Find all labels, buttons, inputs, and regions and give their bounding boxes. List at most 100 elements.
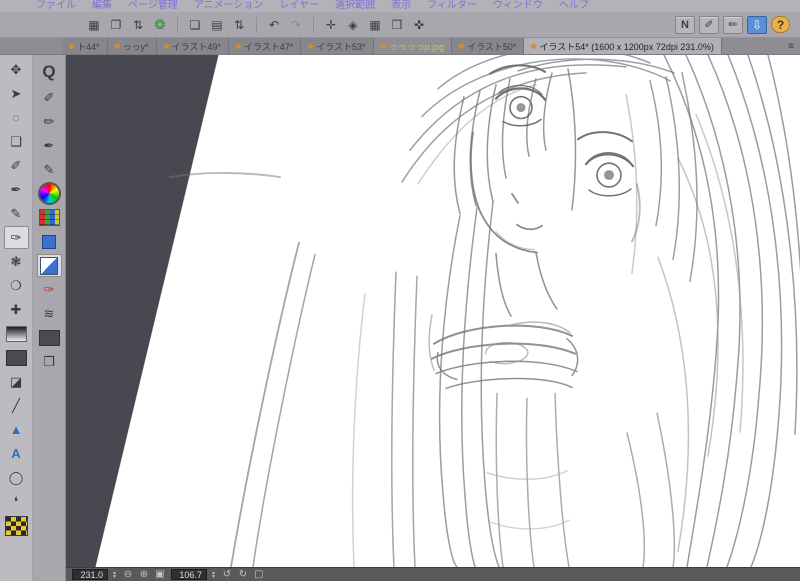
transform-icon[interactable]: ✜ (409, 16, 429, 34)
tool-icon: ✚ (10, 301, 22, 317)
redo-icon[interactable]: ↷ (286, 16, 306, 34)
material-icon[interactable]: ❒ (387, 16, 407, 34)
balloon-tool[interactable]: ❛ (4, 490, 29, 513)
tool-icon: ✑ (10, 229, 22, 245)
material-panel-icon[interactable]: ❒ (37, 350, 62, 373)
tab-label: っっy* (122, 41, 149, 52)
document-tab[interactable]: イラスト54* (1600 x 1200px 72dpi 231.0%) (524, 38, 722, 54)
subtool-icon: ✎ (43, 161, 55, 177)
zoom-stepper[interactable]: ▲ ▼ (112, 570, 117, 579)
down-arrow-button[interactable]: ⇩ (747, 15, 767, 34)
document-tab[interactable]: イラスト50* (452, 38, 525, 54)
pen-tool[interactable]: ✒ (4, 178, 29, 201)
canvas-column: 231.0 ▲ ▼ ⊖ ⊕ ▣ 106.7 ▲ ▼ ↺ ↻ ▢ (66, 55, 800, 581)
stroke-correction-icon[interactable]: ✐ (699, 15, 719, 34)
hand-tool[interactable]: ✥ (4, 58, 29, 81)
dark-brush-tool[interactable] (4, 346, 29, 369)
animation-swirl-icon[interactable]: ❂ (150, 16, 170, 34)
open-folder-icon[interactable]: ▤ (207, 16, 227, 34)
document-tab[interactable]: イラスト49* (156, 38, 229, 54)
tool-icon: ✒ (10, 181, 22, 197)
status-icon-glyph: ⊕ (139, 569, 149, 580)
eraser-tool[interactable]: ◪ (4, 370, 29, 393)
rotate-cw-icon[interactable]: ↻ (236, 569, 250, 580)
page-stepper-icon[interactable]: ⇅ (128, 16, 148, 34)
blend-tool[interactable]: ❍ (4, 274, 29, 297)
text-tool[interactable]: A (4, 442, 29, 465)
document-tab[interactable]: ト44* (62, 38, 108, 54)
frame-tool[interactable]: ❏ (4, 130, 29, 153)
menu-item[interactable]: レイヤー (279, 0, 319, 12)
canvas-sketch-illustration (66, 55, 800, 567)
main-area: ✥ ➤ ◌ ❏ ✐ ✒ ✎ ✑ ❃ ❍ ✚ ◪ ╱ ▲ A ◯ ❛ Q ✐ ✏ … (0, 55, 800, 581)
subtool-draw-icon[interactable]: ✐ (37, 86, 62, 109)
gradient-tool[interactable] (4, 322, 29, 345)
transparent-color-swatch[interactable] (4, 514, 29, 537)
rotate-ccw-icon[interactable]: ↺ (220, 569, 234, 580)
zoom-in-icon[interactable]: ⊕ (137, 569, 151, 580)
toolbar-button-icon: ⇩ (751, 17, 763, 32)
reset-view-icon[interactable]: ▢ (252, 569, 266, 580)
color-wheel[interactable] (37, 182, 62, 205)
snap-ruler-icon[interactable]: ◈ (343, 16, 363, 34)
new-page-icon[interactable]: ❏ (185, 16, 205, 34)
document-tab[interactable]: っっっっp.jpg (373, 38, 453, 54)
workspace-grid-icon[interactable]: ▦ (84, 16, 104, 34)
snap-grid-icon[interactable]: ▦ (365, 16, 385, 34)
tool-icon: ▲ (9, 422, 23, 437)
zoom-tool[interactable]: Q (37, 58, 62, 85)
menu-item[interactable]: アニメーション (194, 0, 264, 12)
tab-list-button[interactable]: ≡ (782, 38, 800, 54)
decoration-tool[interactable]: ✚ (4, 298, 29, 321)
figure-tool[interactable]: ◯ (4, 466, 29, 489)
color-set[interactable] (37, 206, 62, 229)
subtool-marker-icon[interactable]: ✎ (37, 158, 62, 181)
menu-item[interactable]: ウィンドウ (493, 0, 543, 12)
menu-item[interactable]: フィルター (427, 0, 477, 12)
menu-item[interactable]: 選択範囲 (335, 0, 375, 12)
pen-pressure-icon[interactable]: N (675, 15, 695, 34)
undo-icon[interactable]: ↶ (264, 16, 284, 34)
toolbar-button-icon: ↶ (268, 17, 280, 32)
subtool-icon: ✑ (43, 281, 55, 297)
color-history[interactable] (37, 230, 62, 253)
lasso-tool[interactable]: ◌ (4, 106, 29, 129)
tone-tool[interactable]: ≋ (37, 302, 62, 325)
document-tab-bar: ト44* っっy* イラスト49* イラスト47* イラスト53* っっっっp.… (0, 38, 800, 55)
menu-item[interactable]: ページ管理 (128, 0, 178, 12)
rotation-value-field[interactable]: 106.7 (170, 569, 207, 580)
snap-crosshair-icon[interactable]: ✛ (321, 16, 341, 34)
watercolor-tool[interactable]: ❃ (4, 250, 29, 273)
stroke-correction2-icon[interactable]: ✏ (723, 15, 743, 34)
document-tab[interactable]: イラスト47* (228, 38, 302, 54)
document-tab[interactable]: イラスト53* (301, 38, 374, 54)
subtool-pencil-icon[interactable]: ✏ (37, 110, 62, 133)
tool-icon: ❍ (10, 277, 22, 293)
page-nav-stepper-icon[interactable]: ⇅ (229, 16, 249, 34)
eyedropper-tool[interactable]: ✐ (4, 154, 29, 177)
canvas-viewport[interactable] (66, 55, 800, 567)
red-brush-tool[interactable]: ✑ (37, 278, 62, 301)
zoom-out-icon[interactable]: ⊖ (121, 569, 135, 580)
subtool-pen-icon[interactable]: ✒ (37, 134, 62, 157)
document-tab[interactable]: っっy* (107, 38, 157, 54)
menu-item[interactable]: ヘルプ (559, 0, 589, 12)
line-tool[interactable]: ╱ (4, 394, 29, 417)
menu-item[interactable]: 表示 (391, 0, 411, 12)
move-tool[interactable]: ➤ (4, 82, 29, 105)
drawing-color-swatch[interactable] (36, 254, 62, 277)
toolbar-left-group: ▦ ❐ ⇅ ❂ ❏ ▤ ⇅ ↶ ↷ ✛ ◈ ▦ ❒ ✜ (84, 16, 429, 34)
fit-screen-icon[interactable]: ▣ (153, 569, 167, 580)
rotation-stepper[interactable]: ▲ ▼ (211, 570, 216, 579)
gray-panel[interactable] (37, 326, 62, 349)
pencil-tool[interactable]: ✎ (4, 202, 29, 225)
clip-studio-paint-window: ファイル 編集 ページ管理 アニメーション レイヤー 選択範囲 表示 フィルター… (0, 0, 800, 581)
help-button[interactable]: ? (771, 16, 790, 33)
brush-tool[interactable]: ✑ (3, 226, 29, 249)
menu-item[interactable]: ファイル (36, 0, 76, 12)
menu-item[interactable]: 編集 (92, 0, 112, 12)
subtool-icon: Q (42, 61, 56, 81)
cursor-tool[interactable]: ▲ (4, 418, 29, 441)
page-manager-icon[interactable]: ❐ (106, 16, 126, 34)
zoom-value-field[interactable]: 231.0 (72, 569, 108, 580)
